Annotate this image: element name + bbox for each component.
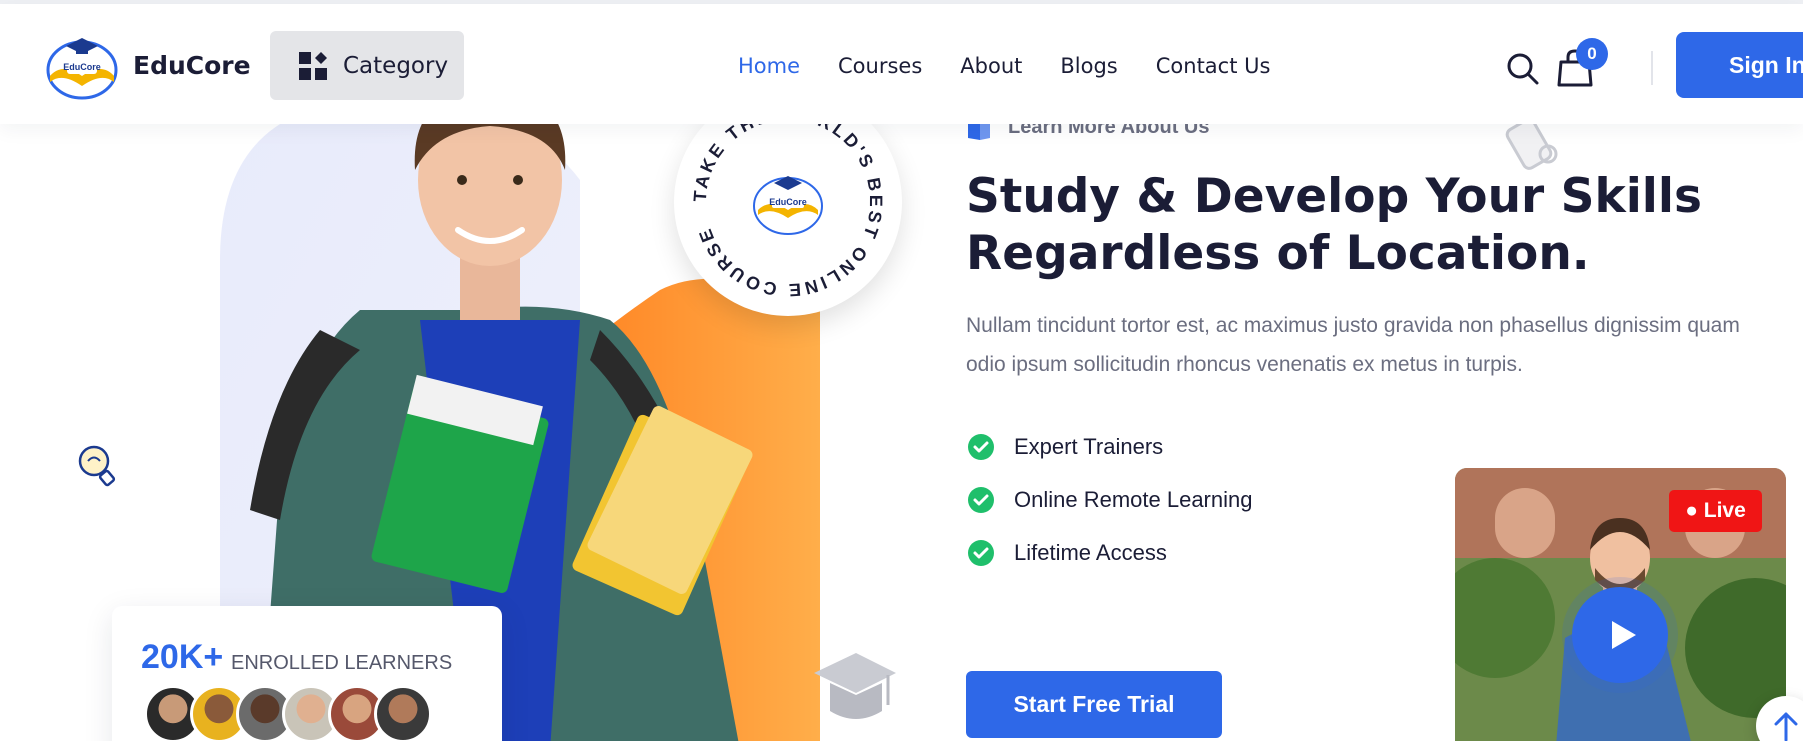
cart-count-badge: 0 — [1576, 38, 1608, 70]
category-grid-icon — [299, 51, 327, 80]
feature-item: Online Remote Learning — [968, 473, 1252, 526]
nav-courses[interactable]: Courses — [838, 54, 922, 78]
start-free-trial-button[interactable]: Start Free Trial — [966, 671, 1222, 738]
logo-text: EduCore — [63, 62, 101, 72]
feature-item: Expert Trainers — [968, 420, 1252, 473]
category-label: Category — [343, 52, 449, 79]
main-nav: Home Courses About Blogs Contact Us — [738, 54, 1270, 78]
hero-description: Nullam tincidunt tortor est, ac maximus … — [966, 314, 1740, 376]
learner-avatars — [144, 685, 432, 741]
learners-count: 20K+ — [141, 638, 224, 676]
hero-headline: Study & Develop Your Skills Regardless o… — [966, 168, 1726, 282]
brand-name[interactable]: EduCore — [133, 51, 251, 80]
educore-logo[interactable]: EduCore — [42, 32, 122, 102]
enrolled-learners-card: 20K+ ENROLLED LEARNERS — [112, 606, 502, 741]
feature-list: Expert Trainers Online Remote Learning L… — [968, 420, 1252, 579]
feature-label: Lifetime Access — [1014, 539, 1167, 565]
site-header: EduCore EduCore Category Home Courses Ab… — [0, 4, 1803, 124]
search-icon[interactable] — [1506, 52, 1540, 86]
hero-headline-line2: Regardless of Location. — [966, 226, 1590, 281]
avatar — [374, 685, 432, 741]
sign-in-button[interactable]: Sign In — [1676, 32, 1803, 98]
lightbulb-icon — [78, 445, 116, 487]
check-circle-icon — [968, 486, 994, 513]
scroll-to-top-button[interactable] — [1756, 696, 1803, 741]
hero-headline-line1: Study & Develop Your Skills — [966, 169, 1703, 224]
header-divider — [1651, 51, 1653, 85]
learners-label: ENROLLED LEARNERS — [231, 652, 453, 674]
check-circle-icon — [968, 433, 994, 460]
category-button[interactable]: Category — [270, 31, 464, 100]
arrow-up-icon — [1774, 712, 1798, 741]
nav-home[interactable]: Home — [738, 54, 800, 78]
feature-label: Online Remote Learning — [1014, 486, 1253, 512]
live-badge: ● Live — [1669, 490, 1762, 532]
feature-item: Lifetime Access — [968, 526, 1252, 579]
play-icon — [1612, 621, 1636, 649]
nav-contact-us[interactable]: Contact Us — [1156, 54, 1271, 78]
live-label: Live — [1703, 499, 1746, 522]
feature-label: Expert Trainers — [1014, 433, 1164, 459]
nav-blogs[interactable]: Blogs — [1060, 54, 1117, 78]
check-circle-icon — [968, 539, 994, 566]
graduation-cap-icon — [814, 653, 896, 719]
play-video-button[interactable] — [1572, 587, 1668, 683]
nav-about[interactable]: About — [960, 54, 1022, 78]
badge-logo-text: EduCore — [769, 197, 807, 207]
